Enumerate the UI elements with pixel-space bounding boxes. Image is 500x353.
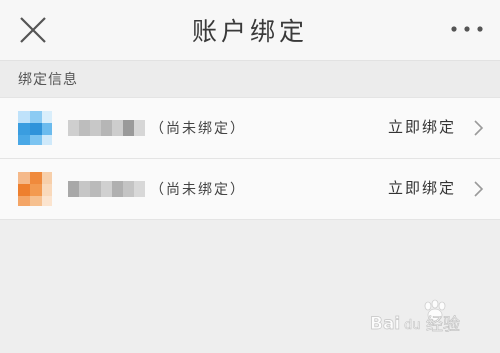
blurred-account-name <box>68 181 145 197</box>
chevron-right-icon <box>474 181 484 197</box>
app-icon-orange <box>18 172 52 206</box>
list-item-account-2[interactable]: （尚未绑定） 立即绑定 <box>0 158 500 219</box>
section-label: 绑定信息 <box>18 72 78 88</box>
app-icon-blue <box>18 111 52 145</box>
more-horizontal-icon[interactable] <box>450 22 484 36</box>
baidu-paw-icon: Bai du 经验 <box>370 299 460 335</box>
svg-text:Bai: Bai <box>370 314 400 334</box>
binding-list: （尚未绑定） 立即绑定 （尚未绑定） 立即绑定 <box>0 97 500 220</box>
page-title: 账户绑定 <box>191 17 308 46</box>
bind-now-button[interactable]: 立即绑定 <box>388 116 456 137</box>
bind-now-button[interactable]: 立即绑定 <box>388 177 456 198</box>
blurred-account-name <box>68 120 145 136</box>
list-item-account-1[interactable]: （尚未绑定） 立即绑定 <box>0 98 500 158</box>
svg-text:du: du <box>404 318 421 333</box>
binding-status: （尚未绑定） <box>150 121 246 137</box>
chevron-right-icon <box>474 120 484 136</box>
binding-status: （尚未绑定） <box>150 182 246 198</box>
svg-text:经验: 经验 <box>426 315 460 335</box>
section-header: 绑定信息 <box>0 61 500 97</box>
navbar: 账户绑定 <box>0 0 500 61</box>
